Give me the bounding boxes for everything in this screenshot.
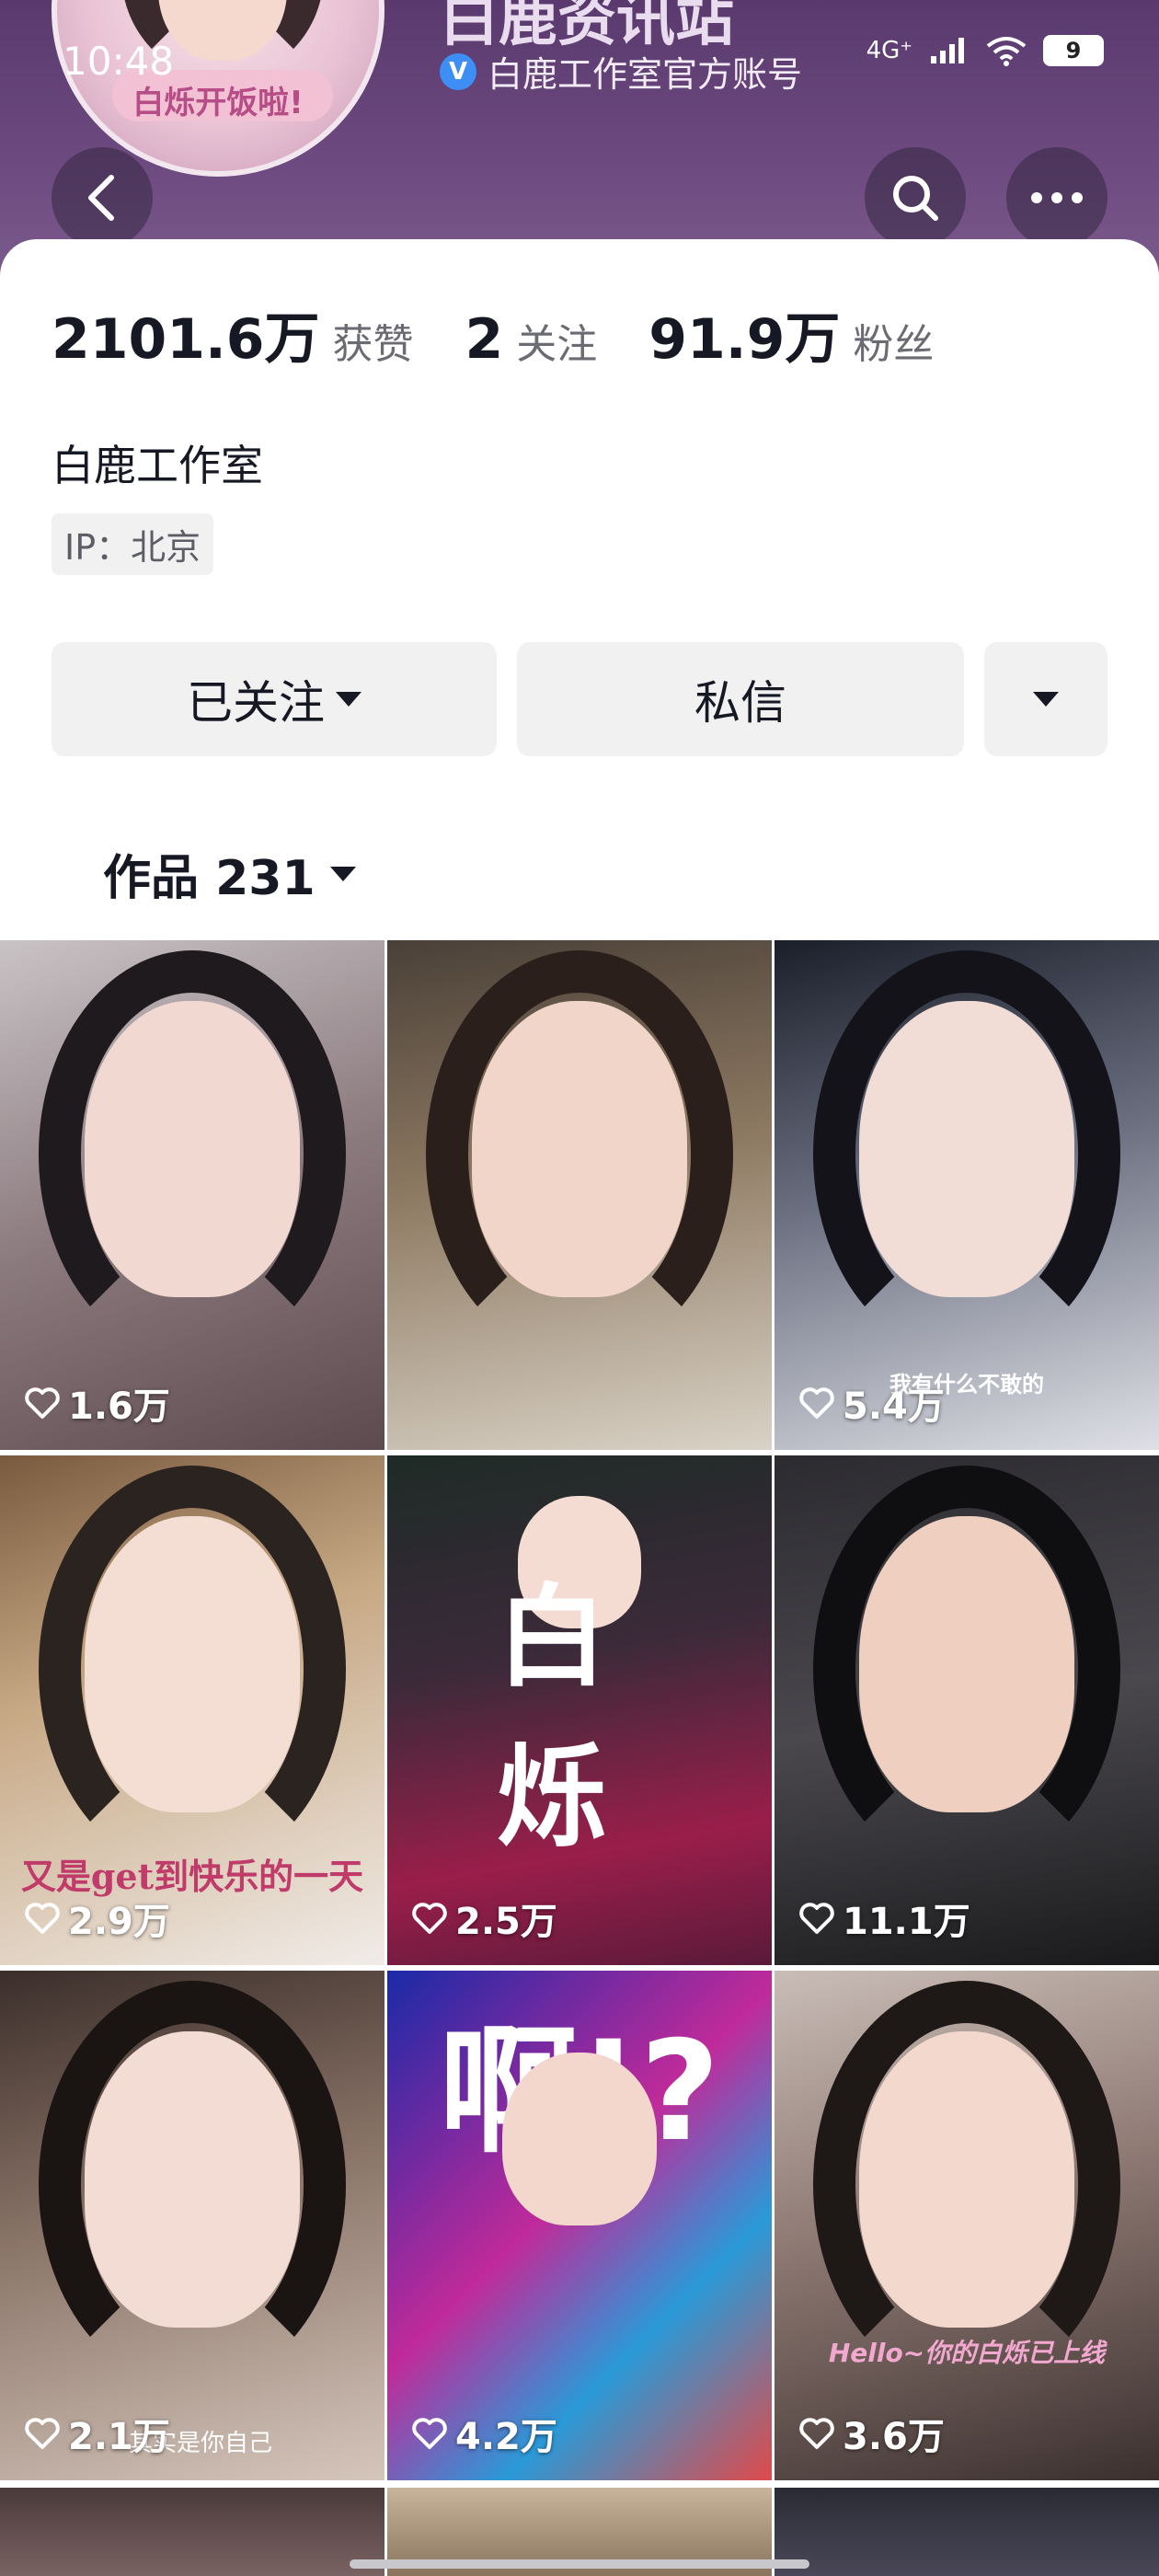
tab-works-label: 作品 231 (103, 851, 316, 906)
video-tile[interactable]: 白 烁 2.5万 (387, 1455, 772, 1965)
home-indicator[interactable] (350, 2559, 809, 2569)
video-tile[interactable]: 11.1万 (775, 1455, 1159, 1965)
status-icons: 4G⁺ 9 (866, 35, 1104, 66)
thumbnail-face (84, 1516, 301, 1812)
following-label: 关注 (516, 321, 598, 368)
ip-location-tag: IP：北京 (52, 513, 214, 575)
more-button[interactable] (1006, 147, 1107, 248)
signal-label: 4G⁺ (866, 37, 912, 64)
video-title-overlay: 白 烁 (497, 1574, 662, 1862)
caret-down-icon (1033, 692, 1059, 707)
like-count-value: 2.1万 (68, 2416, 170, 2458)
like-count-value: 2.9万 (68, 1901, 170, 1943)
like-count: 2.5万 (411, 1892, 557, 1945)
video-tile[interactable]: Hello~你的白烁已上线 3.6万 (775, 1971, 1159, 2480)
heart-icon (799, 1387, 834, 1419)
search-button[interactable] (865, 147, 966, 248)
like-count: 3.6万 (798, 2407, 945, 2460)
video-tile[interactable]: 我有什么不敢的 5.4万 (775, 940, 1159, 1450)
verify-row: V 白鹿工作室官方账号 (440, 46, 802, 97)
heart-icon (25, 1903, 60, 1934)
like-count-value: 11.1万 (843, 1901, 970, 1943)
video-caption: Hello~你的白烁已上线 (828, 2338, 1106, 2368)
bio-name: 白鹿工作室 (52, 441, 263, 490)
like-count: 2.9万 (24, 1892, 170, 1945)
battery-icon: 9 (1043, 35, 1104, 66)
like-count: 2.1万 (24, 2407, 170, 2460)
heart-icon (412, 1903, 447, 1934)
thumbnail-face (858, 2031, 1075, 2328)
following-count[interactable]: 2 (465, 307, 504, 372)
cell-signal-icon (931, 38, 964, 63)
wifi-icon (986, 37, 1027, 66)
caret-down-icon (329, 866, 356, 881)
likes-label: 获赞 (332, 321, 414, 368)
verify-text: 白鹿工作室官方账号 (488, 54, 803, 95)
like-count-value: 5.4万 (843, 1386, 945, 1428)
caret-down-icon (336, 692, 361, 707)
like-count-value: 4.2万 (455, 2416, 557, 2458)
message-button[interactable]: 私信 (517, 642, 964, 756)
heart-icon (799, 1903, 834, 1934)
tab-works[interactable]: 作品 231 (103, 839, 356, 908)
heart-icon (412, 2418, 447, 2449)
heart-icon (25, 2418, 60, 2449)
like-count: 4.2万 (411, 2407, 557, 2460)
video-grid: 1.6万 我有什么不敢的 5.4万 又是get到快乐的一天 2.9万 白 烁 2… (0, 940, 1159, 2480)
video-tile[interactable] (387, 940, 772, 1450)
video-tile[interactable]: 又是get到快乐的一天 2.9万 (0, 1455, 384, 1965)
like-count-value: 3.6万 (843, 2416, 945, 2458)
like-count: 5.4万 (798, 1376, 945, 1430)
thumbnail-face (502, 2052, 657, 2225)
thumbnail-face (858, 1516, 1075, 1812)
video-tile[interactable]: 啊!? 4.2万 (387, 1971, 772, 2480)
follow-button-label: 已关注 (187, 676, 325, 730)
like-count: 11.1万 (798, 1892, 970, 1945)
stats-row: 2101.6万 获赞 2 关注 91.9万 粉丝 (52, 294, 985, 374)
likes-count[interactable]: 2101.6万 (52, 294, 320, 374)
profile-info-sheet: 2101.6万 获赞 2 关注 91.9万 粉丝 白鹿工作室 IP：北京 已关注… (0, 239, 1159, 938)
video-tile[interactable] (775, 2488, 1159, 2576)
followers-label: 粉丝 (853, 321, 935, 368)
more-actions-button[interactable] (984, 642, 1107, 756)
like-count: 1.6万 (24, 1376, 170, 1430)
chevron-left-icon (88, 175, 114, 221)
profile-header: 白烁开饭啦! 白鹿资讯站 V 白鹿工作室官方账号 10:48 4G⁺ 9 (0, 0, 1159, 276)
search-icon (893, 176, 938, 221)
verified-icon: V (440, 52, 476, 90)
heart-icon (799, 2418, 834, 2449)
more-icon (1031, 192, 1083, 203)
avatar-text: 白烁开饭啦! (132, 85, 304, 121)
follow-button[interactable]: 已关注 (52, 642, 497, 756)
followers-count[interactable]: 91.9万 (648, 294, 840, 374)
thumbnail-face (858, 1001, 1075, 1297)
status-time: 10:48 (63, 39, 175, 84)
like-count-value: 1.6万 (68, 1386, 170, 1428)
video-tile[interactable]: 其实是你自己 2.1万 (0, 1971, 384, 2480)
thumbnail-face (84, 1001, 301, 1297)
back-button[interactable] (52, 147, 153, 248)
video-tile[interactable] (0, 2488, 384, 2576)
message-button-label: 私信 (694, 676, 786, 730)
heart-icon (25, 1387, 60, 1419)
thumbnail-face (471, 1001, 688, 1297)
thumbnail-face (84, 2031, 301, 2328)
like-count-value: 2.5万 (455, 1901, 557, 1943)
video-tile[interactable]: 1.6万 (0, 940, 384, 1450)
